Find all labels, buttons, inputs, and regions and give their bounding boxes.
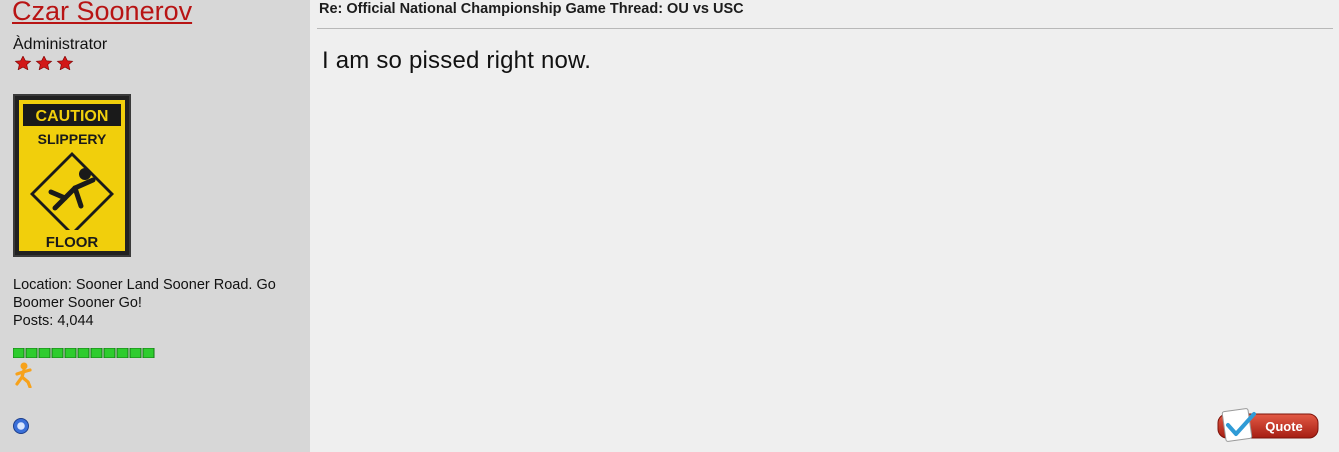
avatar-middle-text: SLIPPERY: [38, 131, 107, 147]
post-bar-segment: [90, 347, 103, 359]
avatar-bottom-text: FLOOR: [46, 234, 99, 251]
aim-icon[interactable]: [13, 362, 35, 388]
username-link[interactable]: Czar Soonerov: [12, 0, 192, 30]
post-bar-segment: [12, 347, 25, 359]
online-status-icon: [13, 418, 29, 434]
post-bar-segment: [38, 347, 51, 359]
post-bar-segment: [129, 347, 142, 359]
post-bar-segment: [25, 347, 38, 359]
user-posts-count: Posts: 4,044: [13, 313, 94, 329]
rank-stars-icon: [14, 56, 74, 70]
post-bar-segment: [64, 347, 77, 359]
post-title: Re: Official National Championship Game …: [319, 1, 744, 17]
user-sidebar: Czar Soonerov Àdministrator CAUTION SLIP…: [0, 0, 310, 452]
post-bar-segment: [77, 347, 90, 359]
quote-button[interactable]: Quote: [1212, 408, 1322, 442]
quote-button-label: Quote: [1265, 419, 1303, 434]
caution-sign-avatar: CAUTION SLIPPERY FLOOR: [19, 100, 125, 251]
post-body: I am so pissed right now.: [322, 47, 592, 74]
post-bar-segment: [51, 347, 64, 359]
post-content: Re: Official National Championship Game …: [310, 0, 1339, 452]
post-count-bar: [12, 345, 157, 359]
user-title: Àdministrator: [13, 36, 108, 53]
post-bar-segment: [103, 347, 116, 359]
post-divider: [317, 28, 1333, 29]
avatar-top-text: CAUTION: [36, 108, 109, 125]
user-info: Location: Sooner Land Sooner Road. Go Bo…: [13, 276, 303, 330]
post-bar-segment: [142, 347, 155, 359]
avatar: CAUTION SLIPPERY FLOOR: [13, 94, 131, 257]
post-bar-segment: [116, 347, 129, 359]
user-location: Location: Sooner Land Sooner Road. Go Bo…: [13, 277, 276, 311]
